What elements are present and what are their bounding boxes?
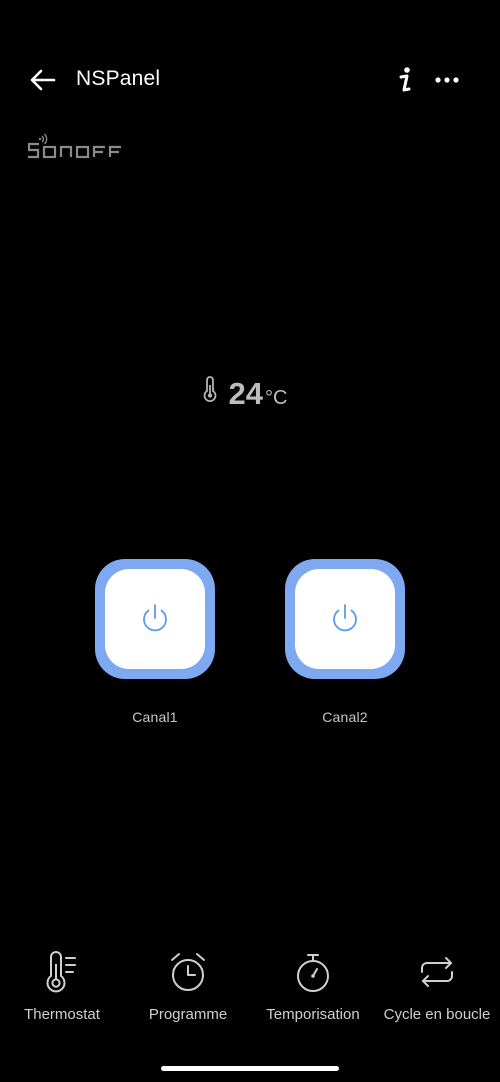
temperature-value: 24 bbox=[228, 376, 264, 411]
nav-temporisation[interactable]: Temporisation bbox=[260, 948, 366, 1023]
thermometer-icon bbox=[203, 376, 216, 402]
nav-thermostat-label: Thermostat bbox=[24, 1006, 100, 1023]
info-icon bbox=[399, 67, 411, 92]
nav-cycle-en-boucle-label: Cycle en boucle bbox=[383, 1006, 491, 1023]
loop-icon bbox=[415, 948, 459, 996]
stopwatch-icon bbox=[291, 948, 335, 996]
channel-2-label: Canal2 bbox=[322, 709, 368, 725]
arrow-left-icon bbox=[30, 69, 56, 91]
header-bar: NSPanel bbox=[0, 52, 500, 108]
temperature-readout: 24 °C bbox=[0, 368, 500, 412]
nav-programme-label: Programme bbox=[148, 1006, 228, 1023]
sonoff-logo bbox=[26, 132, 126, 162]
info-button[interactable] bbox=[392, 62, 418, 98]
nav-programme[interactable]: Programme bbox=[142, 948, 234, 1023]
home-indicator[interactable] bbox=[161, 1066, 339, 1071]
back-button[interactable] bbox=[26, 64, 60, 96]
more-button[interactable] bbox=[430, 66, 464, 94]
power-icon bbox=[143, 604, 167, 632]
channel-2-switch-face bbox=[295, 569, 395, 669]
power-icon bbox=[333, 604, 357, 632]
nav-thermostat[interactable]: Thermostat bbox=[18, 948, 106, 1023]
more-dots-icon bbox=[435, 77, 459, 83]
channel-2-switch[interactable] bbox=[285, 559, 405, 679]
temperature-unit: °C bbox=[265, 387, 288, 409]
channel-2: Canal2 bbox=[285, 559, 405, 725]
channel-1-label: Canal1 bbox=[132, 709, 178, 725]
nav-temporisation-label: Temporisation bbox=[266, 1006, 360, 1023]
channel-1-switch[interactable] bbox=[95, 559, 215, 679]
page-title: NSPanel bbox=[76, 67, 161, 90]
alarm-clock-icon bbox=[166, 948, 210, 996]
thermostat-icon bbox=[40, 948, 84, 996]
channel-1: Canal1 bbox=[95, 559, 215, 725]
bottom-nav: Thermostat Programme Temporisation Cycle… bbox=[0, 948, 500, 1038]
nav-cycle-en-boucle[interactable]: Cycle en boucle bbox=[378, 948, 496, 1023]
channel-1-switch-face bbox=[105, 569, 205, 669]
